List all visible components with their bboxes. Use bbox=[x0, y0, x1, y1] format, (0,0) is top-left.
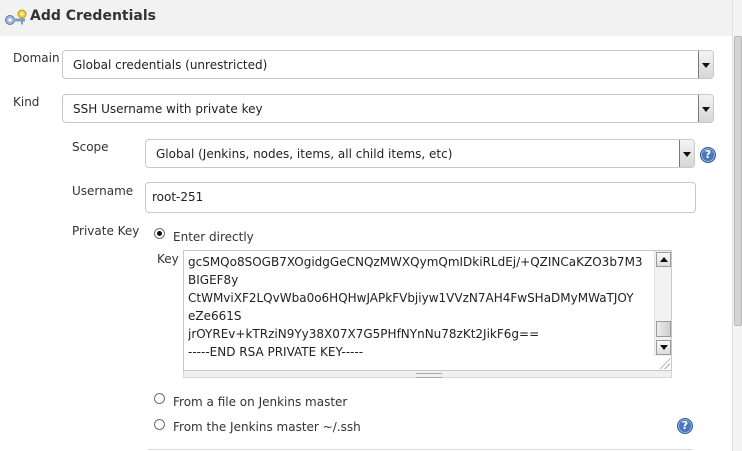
domain-select-value: Global credentials (unrestricted) bbox=[73, 58, 268, 72]
textarea-scrollbar[interactable] bbox=[654, 251, 671, 356]
from-ssh-label[interactable]: From the Jenkins master ~/.ssh bbox=[173, 420, 361, 434]
scope-help-icon[interactable]: ? bbox=[700, 147, 716, 163]
page-scrollbar[interactable] bbox=[732, 0, 742, 451]
key-label: Key bbox=[157, 252, 179, 266]
kind-select[interactable]: SSH Username with private key bbox=[62, 94, 714, 123]
key-line: BIGEF8y bbox=[188, 273, 239, 287]
page-header: Add Credentials bbox=[0, 0, 732, 36]
kind-label: Kind bbox=[13, 95, 40, 109]
resize-grip-icon[interactable] bbox=[658, 357, 670, 369]
page-title: Add Credentials bbox=[30, 8, 156, 24]
username-label: Username bbox=[72, 184, 134, 198]
kind-select-value: SSH Username with private key bbox=[73, 102, 263, 116]
chevron-down-icon[interactable] bbox=[698, 51, 713, 78]
enter-directly-label[interactable]: Enter directly bbox=[173, 230, 254, 244]
chevron-down-icon[interactable] bbox=[698, 95, 713, 122]
private-key-label: Private Key bbox=[72, 224, 140, 238]
chevron-down-icon[interactable] bbox=[679, 140, 694, 167]
username-input[interactable]: root-251 bbox=[145, 182, 696, 213]
from-file-label[interactable]: From a file on Jenkins master bbox=[173, 395, 347, 409]
from-file-radio[interactable] bbox=[154, 393, 165, 404]
private-key-help-icon[interactable]: ? bbox=[677, 418, 693, 434]
scope-select[interactable]: Global (Jenkins, nodes, items, all child… bbox=[145, 139, 695, 168]
scope-label: Scope bbox=[72, 140, 109, 154]
domain-select[interactable]: Global credentials (unrestricted) bbox=[62, 50, 714, 79]
key-line: eZe661S bbox=[188, 309, 242, 323]
username-input-value: root-251 bbox=[152, 190, 204, 204]
scope-select-value: Global (Jenkins, nodes, items, all child… bbox=[156, 147, 453, 161]
private-key-textarea[interactable]: gcSMQo8SOGB7XOgidgGeCNQzMWXQymQmIDkiRLdE… bbox=[183, 250, 672, 371]
textarea-scroll-thumb[interactable] bbox=[656, 321, 671, 337]
scroll-up-arrow-icon[interactable] bbox=[656, 252, 671, 267]
page-scroll-thumb[interactable] bbox=[734, 36, 742, 326]
scroll-down-arrow-icon[interactable] bbox=[656, 340, 671, 355]
credentials-keys-icon bbox=[5, 9, 27, 25]
key-line: CtWMviXF2LQvWba0o6HQHwJAPkFVbjiyw1VVzN7A… bbox=[188, 291, 634, 305]
key-line: -----END RSA PRIVATE KEY----- bbox=[188, 345, 364, 359]
enter-directly-radio[interactable] bbox=[154, 228, 165, 239]
divider bbox=[148, 449, 693, 450]
key-line: gcSMQo8SOGB7XOgidgGeCNQzMWXQymQmIDkiRLdE… bbox=[188, 255, 643, 269]
domain-label: Domain bbox=[13, 51, 60, 65]
from-ssh-radio[interactable] bbox=[154, 419, 165, 430]
add-credentials-page: Add Credentials Domain Global credential… bbox=[0, 0, 742, 451]
textarea-resize-handle[interactable] bbox=[183, 371, 672, 378]
private-key-text: gcSMQo8SOGB7XOgidgGeCNQzMWXQymQmIDkiRLdE… bbox=[188, 253, 652, 361]
key-line: jrOYREv+kTRziN9Yy38X07X7G5PHfNYnNu78zKt2… bbox=[188, 327, 540, 341]
